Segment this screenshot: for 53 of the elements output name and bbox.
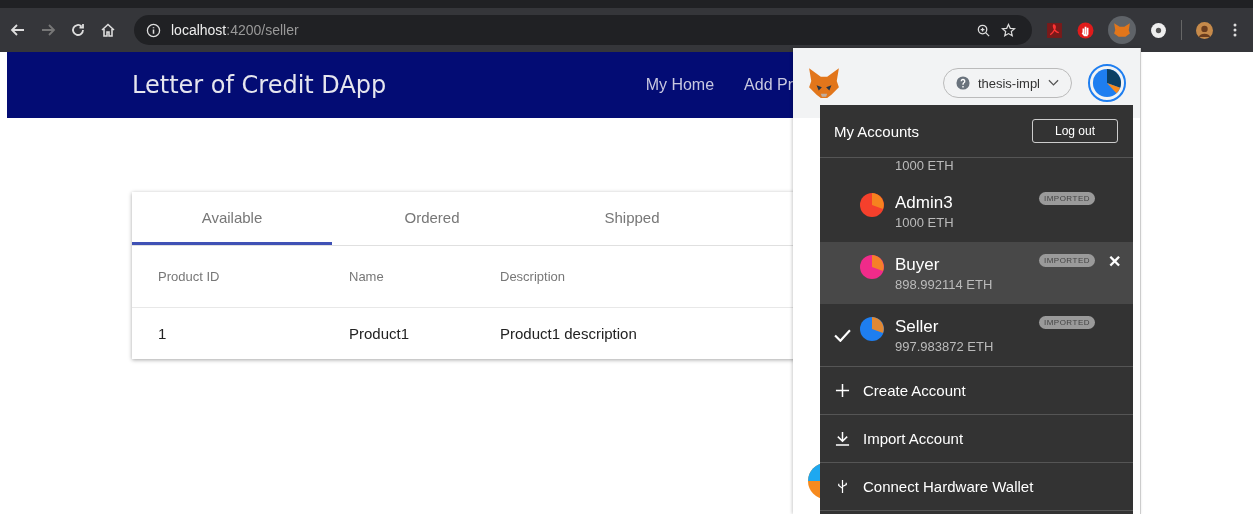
usb-icon [835, 479, 850, 494]
account-item[interactable]: Seller 997.983872 ETH IMPORTED [820, 304, 1133, 366]
table-cell-text: Product1 [349, 325, 411, 342]
imported-badge: IMPORTED [1038, 254, 1095, 267]
hand-extension-icon[interactable] [1077, 21, 1094, 39]
fox-logo-icon [807, 67, 841, 99]
download-icon [835, 431, 850, 446]
account-name: Seller [895, 316, 940, 337]
chevron-icon [1048, 79, 1059, 87]
imported-badge: IMPORTED [1038, 192, 1095, 205]
column-header: Name [349, 269, 385, 284]
zoom-icon[interactable] [976, 22, 991, 38]
imported-badge: IMPORTED [1038, 316, 1095, 329]
menu-action[interactable]: Import Account [820, 415, 1133, 463]
logout-button[interactable]: Log out [1031, 119, 1118, 143]
account-name: Buyer [895, 254, 941, 275]
account-avatar-button[interactable] [1088, 64, 1126, 102]
tab[interactable]: Available [132, 192, 332, 245]
address-bar[interactable]: localhost:4200/seller [134, 15, 1032, 45]
remove-account-button[interactable]: ✕ [1107, 252, 1121, 271]
circle-extension-icon[interactable] [1150, 21, 1167, 39]
star-icon[interactable] [1001, 22, 1016, 38]
menu-action[interactable]: Connect Hardware Wallet [820, 463, 1133, 511]
account-balance: 1000 ETH [895, 158, 954, 173]
app-title: Letter of Credit DApp [132, 71, 387, 99]
reload-icon[interactable] [70, 22, 86, 38]
pdf-extension-icon[interactable] [1046, 21, 1063, 39]
column-header: Description [500, 269, 567, 284]
fox-extension-button[interactable] [1108, 16, 1136, 44]
info-icon[interactable] [146, 22, 161, 38]
nav-link[interactable]: Add Pr [744, 76, 793, 94]
back-icon[interactable] [10, 22, 26, 38]
column-header: Product ID [158, 269, 221, 284]
table-cell-text: Product1 description [500, 325, 638, 342]
nav-link[interactable]: My Home [645, 76, 715, 94]
fox-icon [1113, 21, 1131, 39]
check-icon [834, 328, 851, 342]
account-balance: 898.992114 ETH [895, 276, 993, 292]
profile-avatar-icon[interactable] [1196, 21, 1213, 39]
tab[interactable]: Shipped [532, 192, 732, 245]
account-item[interactable]: Buyer 898.992114 ETH IMPORTED ✕ [820, 242, 1133, 304]
account-name: Admin3 [895, 192, 954, 213]
menu-action[interactable]: Create Account [820, 367, 1133, 415]
account-balance: 1000 ETH [895, 214, 954, 230]
table-cell-text: 1 [158, 325, 168, 342]
account-item[interactable]: Admin3 1000 ETH IMPORTED [820, 180, 1133, 242]
address-text: localhost:4200/seller [171, 22, 299, 38]
home-icon[interactable] [100, 22, 116, 38]
menu-title: My Accounts [834, 122, 920, 140]
question-icon [955, 76, 970, 90]
account-balance: 997.983872 ETH [895, 338, 994, 354]
tab[interactable]: Ordered [332, 192, 532, 245]
plus-icon [835, 383, 850, 398]
